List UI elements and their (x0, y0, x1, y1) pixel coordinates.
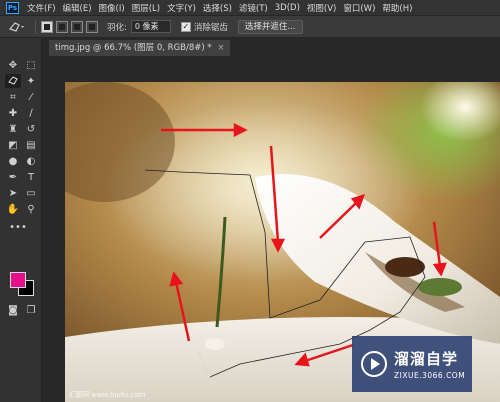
antialias-label: 消除锯齿 (193, 22, 228, 33)
hand-icon[interactable]: ✋ (5, 202, 21, 216)
menu-help[interactable]: 帮助(H) (382, 2, 412, 14)
document-tab-title: timg.jpg @ 66.7% (图层 0, RGB/8#) * (55, 43, 212, 53)
menu-window[interactable]: 窗口(W) (343, 2, 375, 14)
zoom-icon[interactable]: ⚲ (23, 202, 39, 216)
watermark-url: ZIXUE.3066.COM (394, 371, 466, 380)
intersect-selection-button[interactable] (86, 20, 98, 33)
eraser-icon[interactable]: ◩ (5, 138, 21, 152)
subtract-selection-button[interactable] (71, 20, 83, 33)
square-icon (74, 23, 80, 30)
menu-layer[interactable]: 图层(L) (132, 2, 160, 14)
document-tab-strip: timg.jpg @ 66.7% (图层 0, RGB/8#) * × (43, 38, 500, 56)
feather-label: 羽化: (107, 22, 127, 33)
menu-view[interactable]: 视图(V) (307, 2, 336, 14)
type-icon[interactable]: T (23, 170, 39, 184)
watermark-title: 溜溜自学 (394, 350, 459, 368)
more-tools-icon[interactable]: ••• (5, 220, 31, 234)
menu-3d[interactable]: 3D(D) (275, 3, 300, 13)
rectangle-icon[interactable]: ▭ (23, 186, 39, 200)
new-selection-button[interactable] (41, 20, 53, 33)
document-tab[interactable]: timg.jpg @ 66.7% (图层 0, RGB/8#) * × (49, 40, 231, 56)
history-brush-icon[interactable]: ↺ (23, 122, 39, 136)
close-icon[interactable]: × (217, 43, 224, 53)
square-icon (89, 23, 95, 30)
eyedropper-icon[interactable]: ⁄ (23, 90, 39, 104)
marquee-icon[interactable]: ⬚ (23, 58, 39, 72)
square-icon (59, 23, 65, 30)
watermark-badge: 溜溜自学 ZIXUE.3066.COM (352, 336, 472, 392)
quick-mask-icon[interactable]: ◙ (5, 303, 21, 317)
healing-brush-icon[interactable]: ✚ (5, 106, 21, 120)
menu-filter[interactable]: 滤镜(T) (239, 2, 268, 14)
crop-icon[interactable]: ⌗ (5, 90, 21, 104)
move-icon[interactable]: ✥ (5, 58, 21, 72)
menu-file[interactable]: 文件(F) (27, 2, 56, 14)
menu-type[interactable]: 文字(Y) (167, 2, 196, 14)
menu-edit[interactable]: 编辑(E) (63, 2, 92, 14)
add-to-selection-button[interactable] (56, 20, 68, 33)
blur-icon[interactable]: ● (5, 154, 21, 168)
options-bar: 羽化: 0 像素 ✓ 消除锯齿 选择并遮住... (0, 16, 500, 38)
toolbox: ✥ ⬚ ✦ ⌗ ⁄ ✚ ∕ ♜ ↺ ◩ ▤ ● ◐ ✒ T ➤ ▭ ✋ ⚲ ••… (0, 38, 42, 402)
separator (35, 19, 36, 34)
path-selection-icon[interactable]: ➤ (5, 186, 21, 200)
foreground-color-swatch[interactable] (10, 272, 26, 288)
antialias-checkbox[interactable]: ✓ (180, 21, 191, 32)
menu-bar: Ps 文件(F) 编辑(E) 图像(I) 图层(L) 文字(Y) 选择(S) 滤… (0, 0, 500, 16)
select-and-mask-button[interactable]: 选择并遮住... (237, 19, 303, 34)
clone-stamp-icon[interactable]: ♜ (5, 122, 21, 136)
screen-mode-icon[interactable]: ❐ (23, 303, 39, 317)
photoshop-logo-icon[interactable]: Ps (6, 1, 19, 14)
lasso-icon[interactable] (5, 74, 21, 88)
feather-input[interactable]: 0 像素 (130, 20, 171, 33)
menu-select[interactable]: 选择(S) (203, 2, 232, 14)
square-icon (44, 23, 50, 30)
dodge-icon[interactable]: ◐ (23, 154, 39, 168)
brush-icon[interactable]: ∕ (23, 106, 39, 120)
lasso-tool-preset-icon[interactable] (4, 19, 30, 35)
magic-wand-icon[interactable]: ✦ (23, 74, 39, 88)
menu-image[interactable]: 图像(I) (99, 2, 125, 14)
play-logo-icon (361, 351, 387, 377)
corner-watermark: 汇图网 www.huitu.com (68, 391, 146, 399)
pen-icon[interactable]: ✒ (5, 170, 21, 184)
gradient-icon[interactable]: ▤ (23, 138, 39, 152)
